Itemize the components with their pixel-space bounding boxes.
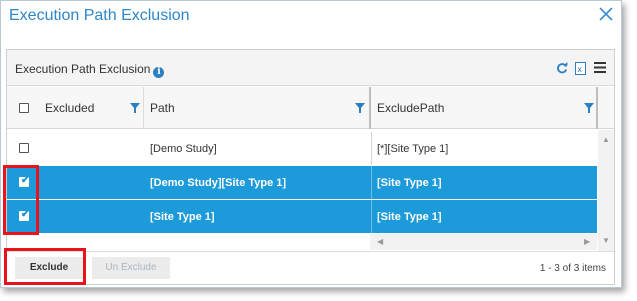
table-row-selected[interactable]: ✔ [Demo Study][Site Type 1] [Site Type 1… [7, 166, 597, 199]
highlight-box-checkboxes [3, 165, 39, 235]
scroll-down-icon[interactable]: ▼ [602, 236, 610, 245]
close-icon[interactable] [597, 5, 615, 23]
select-all-checkbox[interactable] [19, 103, 29, 113]
scroll-up-icon[interactable]: ▲ [602, 135, 610, 144]
table-row[interactable]: [Demo Study] [*][Site Type 1] [7, 132, 597, 165]
exclude-path-cell: [Site Type 1] [377, 211, 442, 223]
panel-title-text: Execution Path Exclusion [15, 62, 151, 76]
column-excluded[interactable]: Excluded [45, 87, 94, 129]
grid-panel: Execution Path Exclusion i x Excluded Pat… [6, 49, 615, 285]
dialog-title: Execution Path Exclusion [9, 7, 190, 24]
svg-text:x: x [577, 65, 582, 74]
filter-icon[interactable] [355, 103, 365, 113]
filter-icon[interactable] [584, 103, 594, 113]
column-path[interactable]: Path [150, 87, 175, 129]
filter-icon[interactable] [130, 103, 140, 113]
row-checkbox[interactable] [19, 143, 29, 153]
panel-title: Execution Path Exclusion i [15, 62, 165, 78]
horizontal-scrollbar[interactable]: ◀ ▶ [370, 234, 597, 250]
table-row-selected[interactable]: ✔ [Site Type 1] [Site Type 1] [7, 200, 597, 233]
highlight-box-exclude [4, 248, 86, 285]
info-icon[interactable]: i [153, 67, 165, 78]
scroll-right-icon[interactable]: ▶ [584, 237, 590, 246]
pager-info: 1 - 3 of 3 items [539, 263, 606, 274]
panel-header: Execution Path Exclusion i x [7, 50, 614, 86]
vertical-scrollbar[interactable]: ▲ ▼ [598, 130, 614, 251]
exclude-path-cell: [*][Site Type 1] [377, 143, 449, 155]
scroll-left-icon[interactable]: ◀ [377, 237, 383, 246]
path-cell: [Site Type 1] [150, 211, 215, 223]
exclusion-dialog: Execution Path Exclusion Execution Path … [0, 0, 622, 288]
excel-export-icon[interactable]: x [575, 62, 586, 75]
path-cell: [Demo Study] [150, 143, 217, 155]
grid-footer: Exclude Un Exclude 1 - 3 of 3 items [7, 251, 614, 284]
menu-icon[interactable] [594, 62, 606, 73]
header-scroll-spacer [598, 87, 614, 129]
grid-header: Excluded Path ExcludePath [7, 87, 598, 129]
column-separator [369, 87, 371, 129]
unexclude-button[interactable]: Un Exclude [92, 257, 170, 279]
path-cell: [Demo Study][Site Type 1] [150, 177, 287, 189]
refresh-icon[interactable] [556, 62, 568, 74]
column-exclude-path[interactable]: ExcludePath [377, 87, 444, 129]
column-separator [143, 87, 144, 129]
exclude-path-cell: [Site Type 1] [377, 177, 442, 189]
